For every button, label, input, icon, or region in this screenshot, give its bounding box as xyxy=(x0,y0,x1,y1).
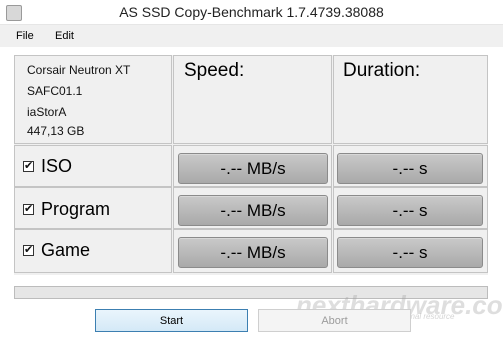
row-game-label-cell: Game xyxy=(14,229,172,273)
menu-edit[interactable]: Edit xyxy=(55,30,74,42)
abort-button[interactable]: Abort xyxy=(258,309,411,332)
row-program-speed-cell: -.-- MB/s xyxy=(173,187,332,229)
menu-file[interactable]: File xyxy=(16,30,34,42)
drive-driver: iaStorA xyxy=(27,105,67,119)
game-duration-result: -.-- s xyxy=(337,237,483,268)
row-program-label-cell: Program xyxy=(14,187,172,229)
iso-speed-result: -.-- MB/s xyxy=(178,153,328,184)
game-speed-result: -.-- MB/s xyxy=(178,237,328,268)
row-iso-speed-cell: -.-- MB/s xyxy=(173,145,332,187)
menu-bar: File Edit xyxy=(0,25,503,47)
game-checkbox[interactable] xyxy=(23,243,34,256)
row-game-duration-cell: -.-- s xyxy=(333,229,488,273)
iso-checkbox[interactable] xyxy=(23,159,34,172)
title-bar: AS SSD Copy-Benchmark 1.7.4739.38088 xyxy=(0,0,503,25)
duration-header: Duration: xyxy=(343,60,421,81)
row-iso-label-cell: ISO xyxy=(14,145,172,187)
speed-header: Speed: xyxy=(184,60,245,81)
row-game-speed-cell: -.-- MB/s xyxy=(173,229,332,273)
drive-size: 447,13 GB xyxy=(27,124,85,138)
start-button[interactable]: Start xyxy=(95,309,248,332)
program-label: Program xyxy=(41,199,111,219)
window-title: AS SSD Copy-Benchmark 1.7.4739.38088 xyxy=(119,4,384,20)
drive-info: Corsair Neutron XT SAFC01.1 iaStorA 447,… xyxy=(14,55,172,144)
drive-model: Corsair Neutron XT xyxy=(27,63,131,77)
iso-label: ISO xyxy=(41,156,73,176)
row-iso-duration-cell: -.-- s xyxy=(333,145,488,187)
benchmark-panel: Corsair Neutron XT SAFC01.1 iaStorA 447,… xyxy=(14,55,488,275)
drive-firmware: SAFC01.1 xyxy=(27,84,83,98)
game-label: Game xyxy=(41,240,91,260)
program-speed-result: -.-- MB/s xyxy=(178,195,328,226)
row-program-duration-cell: -.-- s xyxy=(333,187,488,229)
speed-header-cell: Speed: xyxy=(173,55,332,144)
program-duration-result: -.-- s xyxy=(337,195,483,226)
duration-header-cell: Duration: xyxy=(333,55,488,144)
iso-duration-result: -.-- s xyxy=(337,153,483,184)
program-checkbox[interactable] xyxy=(23,202,34,215)
